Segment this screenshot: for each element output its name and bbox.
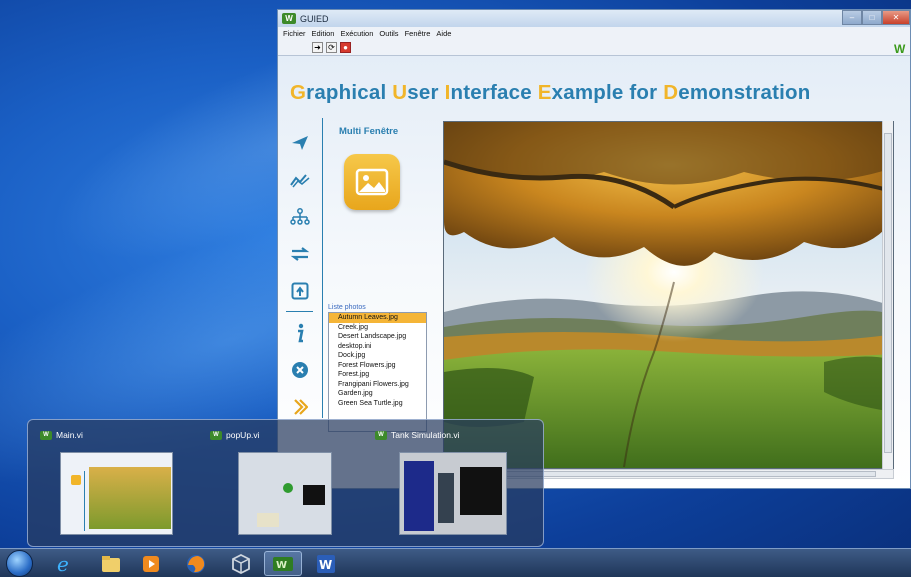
taskbar: e W W <box>0 548 911 577</box>
multi-window-icon[interactable] <box>282 272 317 309</box>
window-title: GUIED <box>300 13 329 24</box>
list-item[interactable]: Garden.jpg <box>329 389 426 399</box>
labview-icon: W <box>210 430 222 440</box>
menu-execution[interactable]: Exécution <box>340 29 373 38</box>
list-item[interactable]: Forest Flowers.jpg <box>329 361 426 371</box>
close-circle-icon[interactable] <box>282 351 317 388</box>
svg-text:e: e <box>57 553 69 575</box>
photo-list[interactable]: Autumn Leaves.jpg Creek.jpg Desert Lands… <box>328 312 427 432</box>
chart-icon[interactable] <box>282 161 317 198</box>
title-bar[interactable]: W GUIED ‒ □ ✕ <box>278 10 910 27</box>
list-item[interactable]: Frangipani Flowers.jpg <box>329 380 426 390</box>
file-explorer-icon[interactable] <box>92 551 130 576</box>
list-item[interactable]: Forest.jpg <box>329 370 426 380</box>
panel-title: Multi Fenêtre <box>339 126 399 137</box>
photo-list-label: Liste photos <box>328 304 366 311</box>
media-player-icon[interactable] <box>132 551 170 576</box>
list-item[interactable]: Autumn Leaves.jpg <box>329 313 426 323</box>
internet-explorer-icon[interactable]: e <box>46 551 84 576</box>
close-button[interactable]: ✕ <box>882 10 910 25</box>
thumbnail-image <box>399 452 507 535</box>
taskbar-thumbnail-preview: W Main.vi W popUp.vi W Tank Simulation.v… <box>27 419 544 547</box>
list-item[interactable]: Dock.jpg <box>329 351 426 361</box>
labview-logo-icon: W <box>894 42 906 56</box>
thumbnail-main[interactable]: W Main.vi <box>40 430 173 535</box>
list-item[interactable]: Green Sea Turtle.jpg <box>329 399 426 409</box>
start-button-icon[interactable] <box>6 550 33 577</box>
menu-bar: Fichier Edition Exécution Outils Fenêtre… <box>278 27 910 39</box>
menu-edition[interactable]: Edition <box>312 29 335 38</box>
list-item[interactable]: Creek.jpg <box>329 323 426 333</box>
list-item[interactable]: Desert Landscape.jpg <box>329 332 426 342</box>
menu-outils[interactable]: Outils <box>379 29 398 38</box>
photo-display <box>443 121 894 469</box>
app-window: W GUIED ‒ □ ✕ Fichier Edition Exécution … <box>277 9 911 489</box>
list-item[interactable]: desktop.ini <box>329 342 426 352</box>
app-logo-icon: W <box>282 13 296 24</box>
menu-aide[interactable]: Aide <box>436 29 451 38</box>
run-toolbar: ➜ ⟳ ● <box>278 39 910 56</box>
window-controls: ‒ □ ✕ <box>842 10 910 25</box>
run-arrow-icon[interactable]: ➜ <box>312 41 323 53</box>
virtualbox-icon[interactable] <box>222 551 260 576</box>
info-icon[interactable] <box>282 314 317 351</box>
page-title: Graphical User Interface Example for Dem… <box>290 81 811 104</box>
labview-icon[interactable]: W <box>264 551 302 576</box>
nav-divider <box>286 311 313 312</box>
svg-text:W: W <box>276 560 287 571</box>
stop-icon[interactable]: ● <box>340 41 351 53</box>
firefox-icon[interactable] <box>177 551 215 576</box>
thumbnail-popup[interactable]: W popUp.vi <box>210 430 332 535</box>
maximize-button[interactable]: □ <box>862 10 882 25</box>
thumbnail-tank-simulation[interactable]: W Tank Simulation.vi <box>375 430 507 535</box>
run-continuous-icon[interactable]: ⟳ <box>326 41 337 53</box>
svg-text:W: W <box>319 558 332 572</box>
menu-fichier[interactable]: Fichier <box>283 29 306 38</box>
thumbnail-image <box>60 452 173 535</box>
hierarchy-icon[interactable] <box>282 198 317 235</box>
minimize-button[interactable]: ‒ <box>842 10 862 25</box>
thumbnail-image <box>238 452 332 535</box>
send-icon[interactable] <box>282 124 317 161</box>
labview-icon: W <box>375 430 387 440</box>
word-icon[interactable]: W <box>307 551 345 576</box>
thumbnail-title: popUp.vi <box>226 430 260 440</box>
menu-fenetre[interactable]: Fenêtre <box>405 29 431 38</box>
scrollbar-thumb[interactable] <box>884 133 892 453</box>
vertical-scrollbar[interactable] <box>882 121 893 469</box>
side-navigation <box>282 124 317 425</box>
thumbnail-title: Tank Simulation.vi <box>391 430 460 440</box>
nav-separator <box>322 118 323 418</box>
transfer-icon[interactable] <box>282 235 317 272</box>
thumbnail-title: Main.vi <box>56 430 83 440</box>
photo-viewer-icon[interactable] <box>344 154 400 210</box>
labview-icon: W <box>40 430 52 440</box>
